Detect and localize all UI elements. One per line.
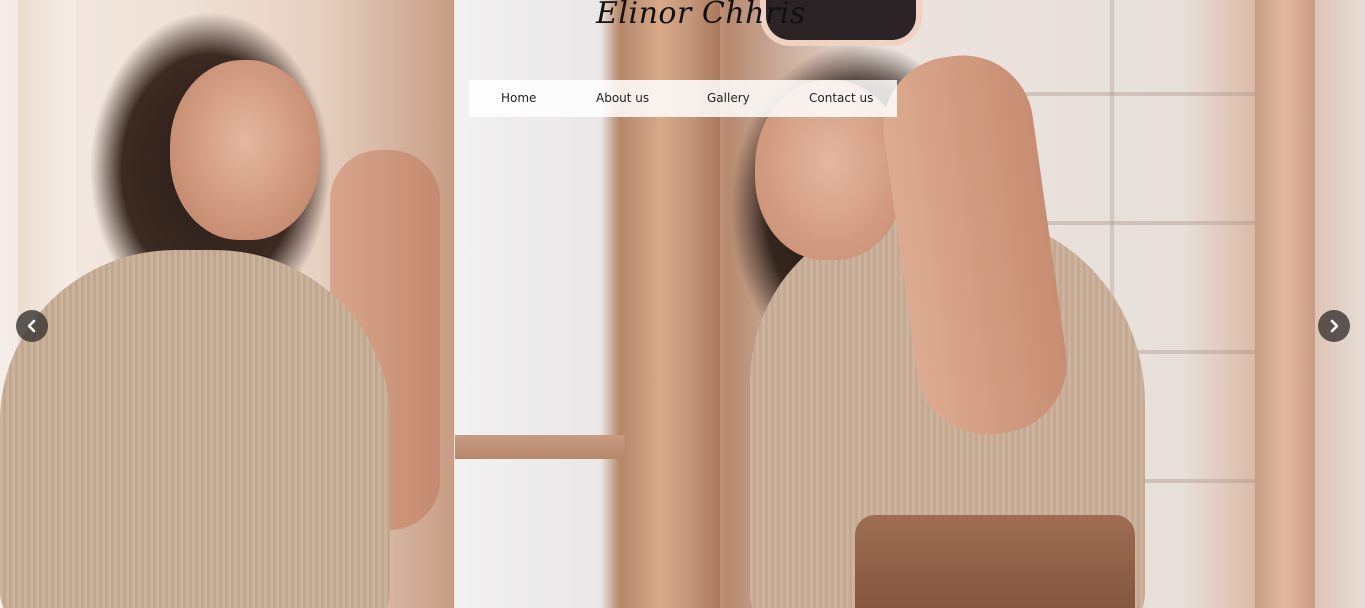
nav-item-about-us[interactable]: About us bbox=[596, 91, 649, 105]
model-skirt bbox=[855, 515, 1135, 608]
main-nav: Home About us Gallery Contact us bbox=[469, 80, 897, 117]
nav-item-gallery[interactable]: Gallery bbox=[707, 91, 750, 105]
carousel-next-button[interactable] bbox=[1318, 310, 1350, 342]
chevron-left-icon bbox=[27, 319, 36, 333]
hero-carousel: Elinor Chhris Home About us Gallery Cont… bbox=[0, 0, 1365, 608]
carousel-photo-left bbox=[0, 0, 454, 608]
site-logo[interactable]: Elinor Chhris bbox=[596, 0, 806, 31]
nav-item-home[interactable]: Home bbox=[501, 91, 536, 105]
wooden-pillar bbox=[1255, 0, 1315, 608]
chevron-right-icon bbox=[1330, 319, 1339, 333]
model-face bbox=[170, 60, 320, 240]
model-top bbox=[0, 250, 390, 608]
window-crossbar bbox=[455, 435, 625, 459]
carousel-prev-button[interactable] bbox=[16, 310, 48, 342]
nav-item-contact-us[interactable]: Contact us bbox=[809, 91, 873, 105]
